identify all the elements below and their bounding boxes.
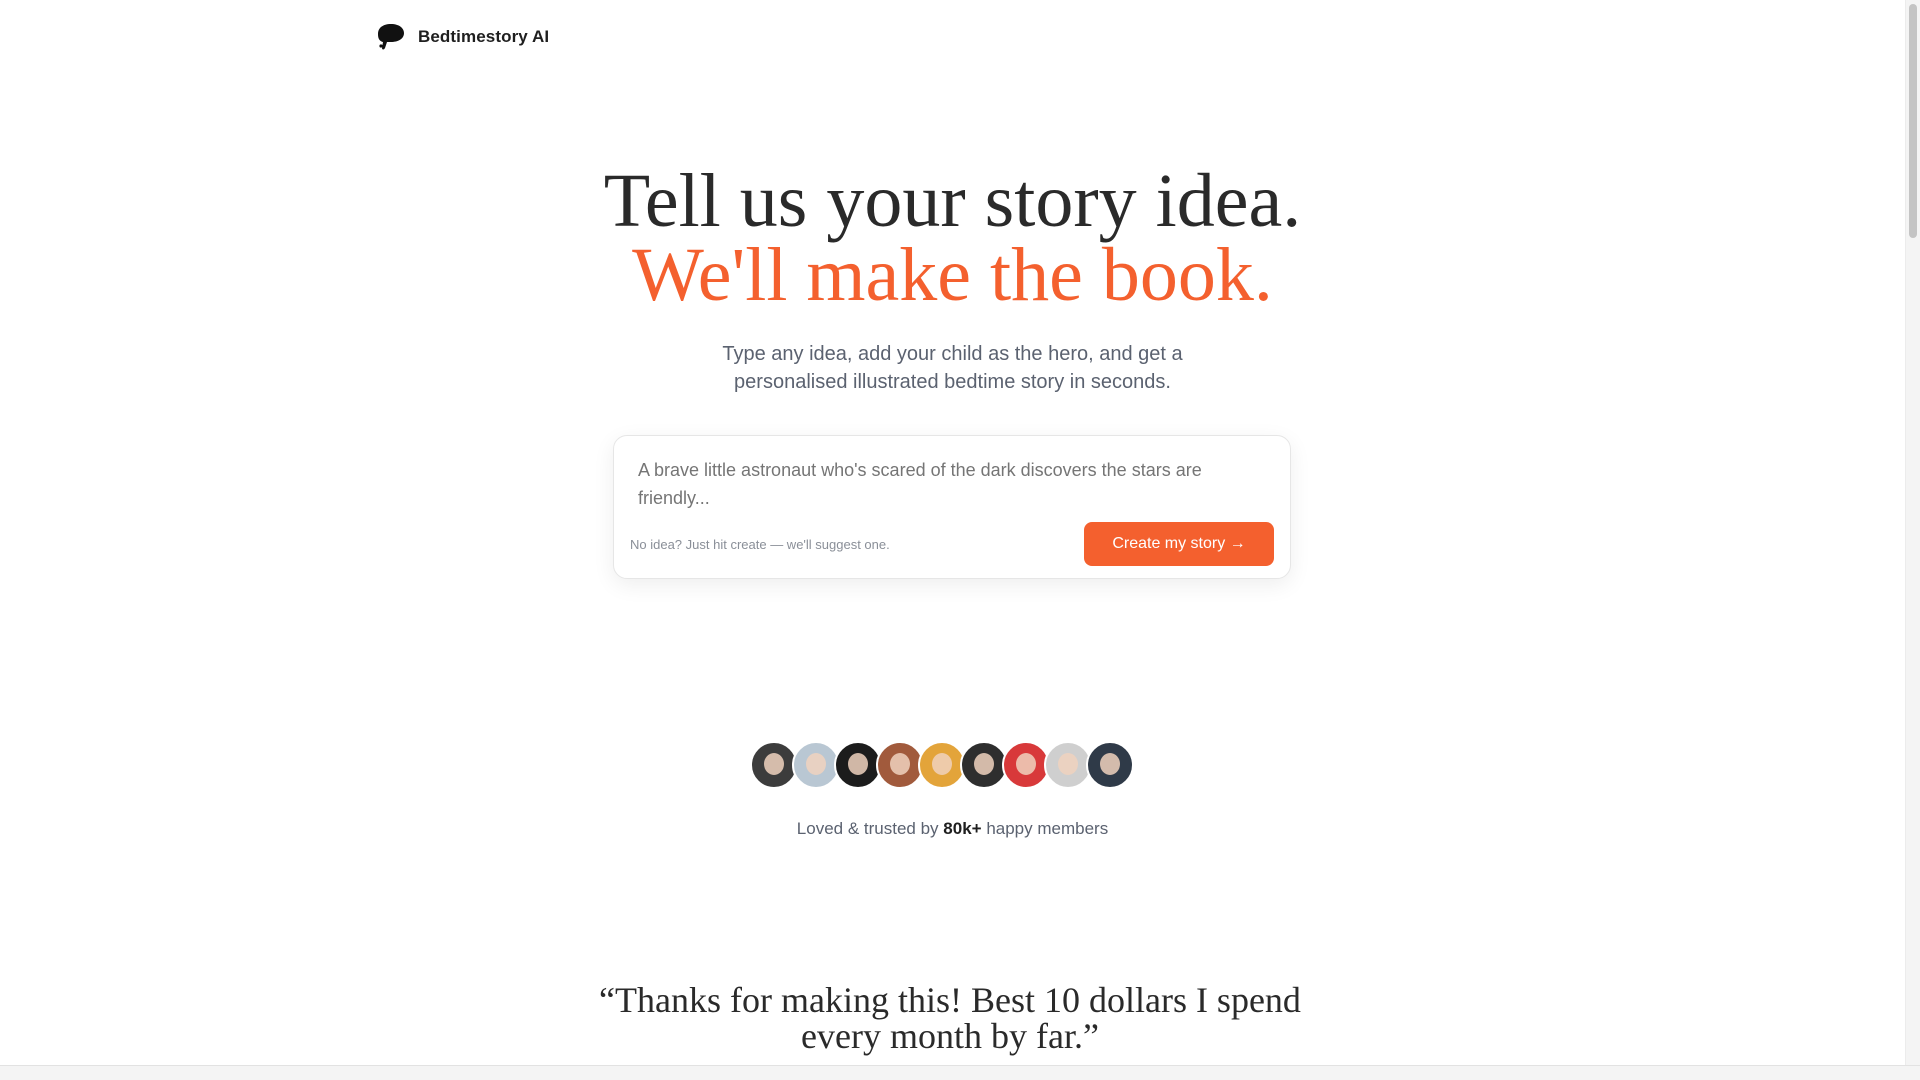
- story-prompt-card: No idea? Just hit create — we'll suggest…: [613, 435, 1291, 579]
- testimonial-quote: “Thanks for making this! Best 10 dollars…: [599, 980, 1301, 1056]
- member-avatar-8: [1044, 741, 1092, 789]
- member-avatar-2: [792, 741, 840, 789]
- member-avatar-1: [750, 741, 798, 789]
- trusted-prefix: Loved & trusted by: [796, 819, 939, 838]
- member-avatar-4: [876, 741, 924, 789]
- hero-title-line1: Tell us your story idea.: [603, 159, 1302, 243]
- member-avatars: [750, 741, 1134, 793]
- avatar-face: [932, 753, 952, 775]
- avatar-face: [848, 753, 868, 775]
- story-idea-input[interactable]: [638, 456, 1258, 514]
- horizontal-scrollbar[interactable]: [0, 1065, 1920, 1080]
- member-avatar-7: [1002, 741, 1050, 789]
- hero-title-line2: We'll make the book.: [632, 233, 1273, 317]
- trusted-suffix: happy members: [986, 819, 1109, 838]
- hero: Tell us your story idea. We'll make the …: [0, 159, 1905, 396]
- avatar-face: [1100, 753, 1120, 775]
- vertical-scrollbar-thumb[interactable]: [1909, 4, 1917, 238]
- brand-name: Bedtimestory AI: [418, 27, 550, 46]
- create-story-button[interactable]: Create my story →: [1084, 522, 1274, 566]
- hero-subtitle: Type any idea, add your child as the her…: [722, 343, 1183, 393]
- page: Bedtimestory AI Tell us your story idea.…: [0, 0, 1905, 1065]
- trusted-by-text: Loved & trusted by 80k+ happy members: [0, 819, 1905, 839]
- member-avatar-3: [834, 741, 882, 789]
- member-avatar-6: [960, 741, 1008, 789]
- member-count: 80k+: [943, 819, 982, 838]
- avatar-face: [974, 753, 994, 775]
- avatar-face: [1058, 753, 1078, 775]
- member-avatar-5: [918, 741, 966, 789]
- avatar-face: [806, 753, 826, 775]
- prompt-hint: No idea? Just hit create — we'll suggest…: [630, 537, 890, 552]
- avatar-face: [1016, 753, 1036, 775]
- brand[interactable]: Bedtimestory AI: [374, 22, 549, 52]
- avatar-face: [764, 753, 784, 775]
- member-avatar-9: [1086, 741, 1134, 789]
- vertical-scrollbar[interactable]: [1905, 0, 1920, 1065]
- bird-cloud-logo-icon: [374, 22, 406, 52]
- avatar-face: [890, 753, 910, 775]
